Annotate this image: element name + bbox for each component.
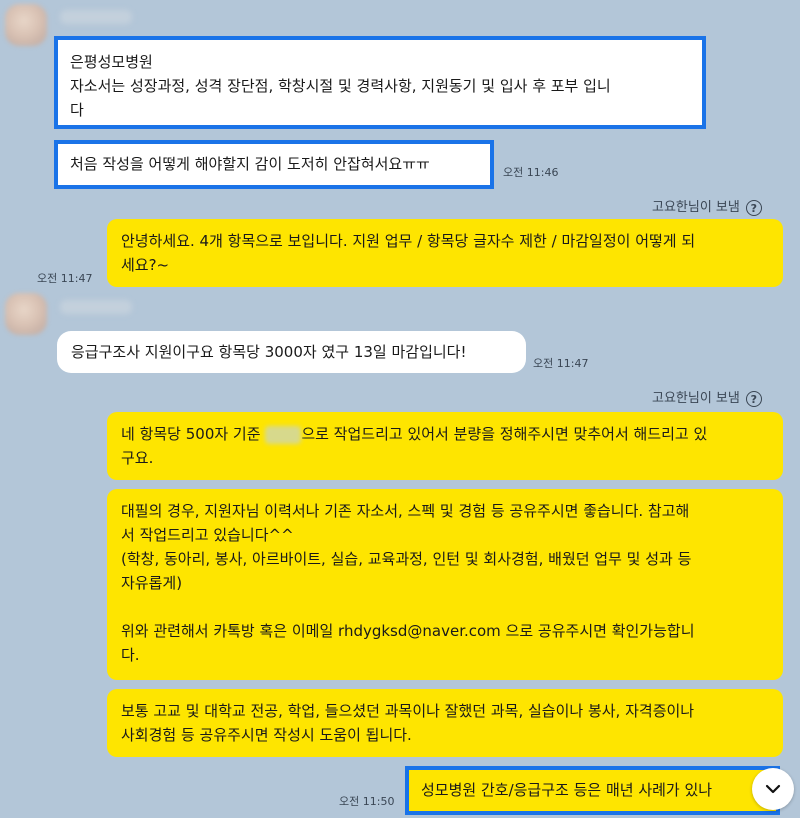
message-text: 위와 관련해서 카톡방 혹은 이메일 rhdygksd@naver.com 으로…	[121, 622, 695, 640]
help-icon[interactable]: ?	[745, 199, 762, 216]
message-text: 으로 작업드리고 있어서 분량을 정해주시면 맞추어서 해드리고 있	[301, 425, 708, 443]
help-icon[interactable]: ?	[745, 390, 762, 407]
sender-name-blurred	[60, 10, 132, 24]
message-spacer	[121, 595, 769, 619]
message-text: 대필의 경우, 지원자님 이력서나 기존 자소서, 스펙 및 경험 등 공유주시…	[121, 502, 690, 520]
message-bubble-outgoing[interactable]: 안녕하세요. 4개 항목으로 보입니다. 지원 업무 / 항목당 글자수 제한 …	[107, 219, 783, 287]
message-text: 다	[70, 101, 84, 119]
sender-label: 고요한님이 보냄?	[652, 387, 762, 407]
scroll-to-bottom-button[interactable]	[752, 768, 794, 810]
message-timestamp: 오전 11:50	[339, 795, 395, 808]
message-text: 성모병원 간호/응급구조 등은 매년 사례가 있나	[421, 781, 713, 799]
message-bubble-outgoing[interactable]: 보통 고교 및 대학교 전공, 학업, 들으셨던 과목이나 잘했던 과목, 실습…	[107, 689, 783, 757]
message-timestamp: 오전 11:46	[503, 166, 559, 179]
message-text: 자소서는 성장과정, 성격 장단점, 학창시절 및 경력사항, 지원동기 및 입…	[70, 77, 611, 95]
sender-label: 고요한님이 보냄?	[652, 196, 762, 216]
message-text: 보통 고교 및 대학교 전공, 학업, 들으셨던 과목이나 잘했던 과목, 실습…	[121, 702, 695, 720]
avatar[interactable]	[5, 293, 47, 335]
message-text: 자유롭게)	[121, 574, 183, 592]
message-bubble-outgoing[interactable]: 성모병원 간호/응급구조 등은 매년 사례가 있나	[405, 766, 780, 815]
redacted-patch	[265, 425, 302, 444]
message-text: 서 작업드리고 있습니다^^	[121, 526, 294, 544]
message-timestamp: 오전 11:47	[37, 272, 93, 285]
message-text: 사회경험 등 공유주시면 작성시 도움이 됩니다.	[121, 726, 412, 744]
message-text: 다.	[121, 646, 140, 664]
message-bubble-outgoing[interactable]: 네 항목당 500자 기준 으로 작업드리고 있어서 분량을 정해주시면 맞추어…	[107, 412, 783, 480]
message-timestamp: 오전 11:47	[533, 357, 589, 370]
message-text: 네 항목당 500자 기준	[121, 425, 266, 443]
message-text: 응급구조사 지원이구요 항목당 3000자 였구 13일 마감입니다!	[71, 343, 467, 361]
chevron-down-icon	[765, 784, 781, 794]
message-text: 안녕하세요. 4개 항목으로 보입니다. 지원 업무 / 항목당 글자수 제한 …	[121, 232, 696, 250]
message-bubble-incoming[interactable]: 처음 작성을 어떻게 해야할지 감이 도저히 안잡혀서요ㅠㅠ	[54, 140, 494, 189]
message-text: 처음 작성을 어떻게 해야할지 감이 도저히 안잡혀서요ㅠㅠ	[70, 155, 430, 173]
message-text: 구요.	[121, 449, 154, 467]
message-bubble-outgoing[interactable]: 대필의 경우, 지원자님 이력서나 기존 자소서, 스펙 및 경험 등 공유주시…	[107, 489, 783, 680]
message-text: (학창, 동아리, 봉사, 아르바이트, 실습, 교육과정, 인턴 및 회사경험…	[121, 550, 692, 568]
message-bubble-incoming[interactable]: 은평성모병원 자소서는 성장과정, 성격 장단점, 학창시절 및 경력사항, 지…	[54, 36, 706, 129]
sender-name-blurred	[60, 300, 132, 314]
message-text: 세요?~	[121, 256, 170, 274]
message-bubble-incoming[interactable]: 응급구조사 지원이구요 항목당 3000자 였구 13일 마감입니다!	[57, 331, 526, 373]
avatar[interactable]	[5, 4, 47, 46]
message-text: 은평성모병원	[70, 53, 153, 71]
